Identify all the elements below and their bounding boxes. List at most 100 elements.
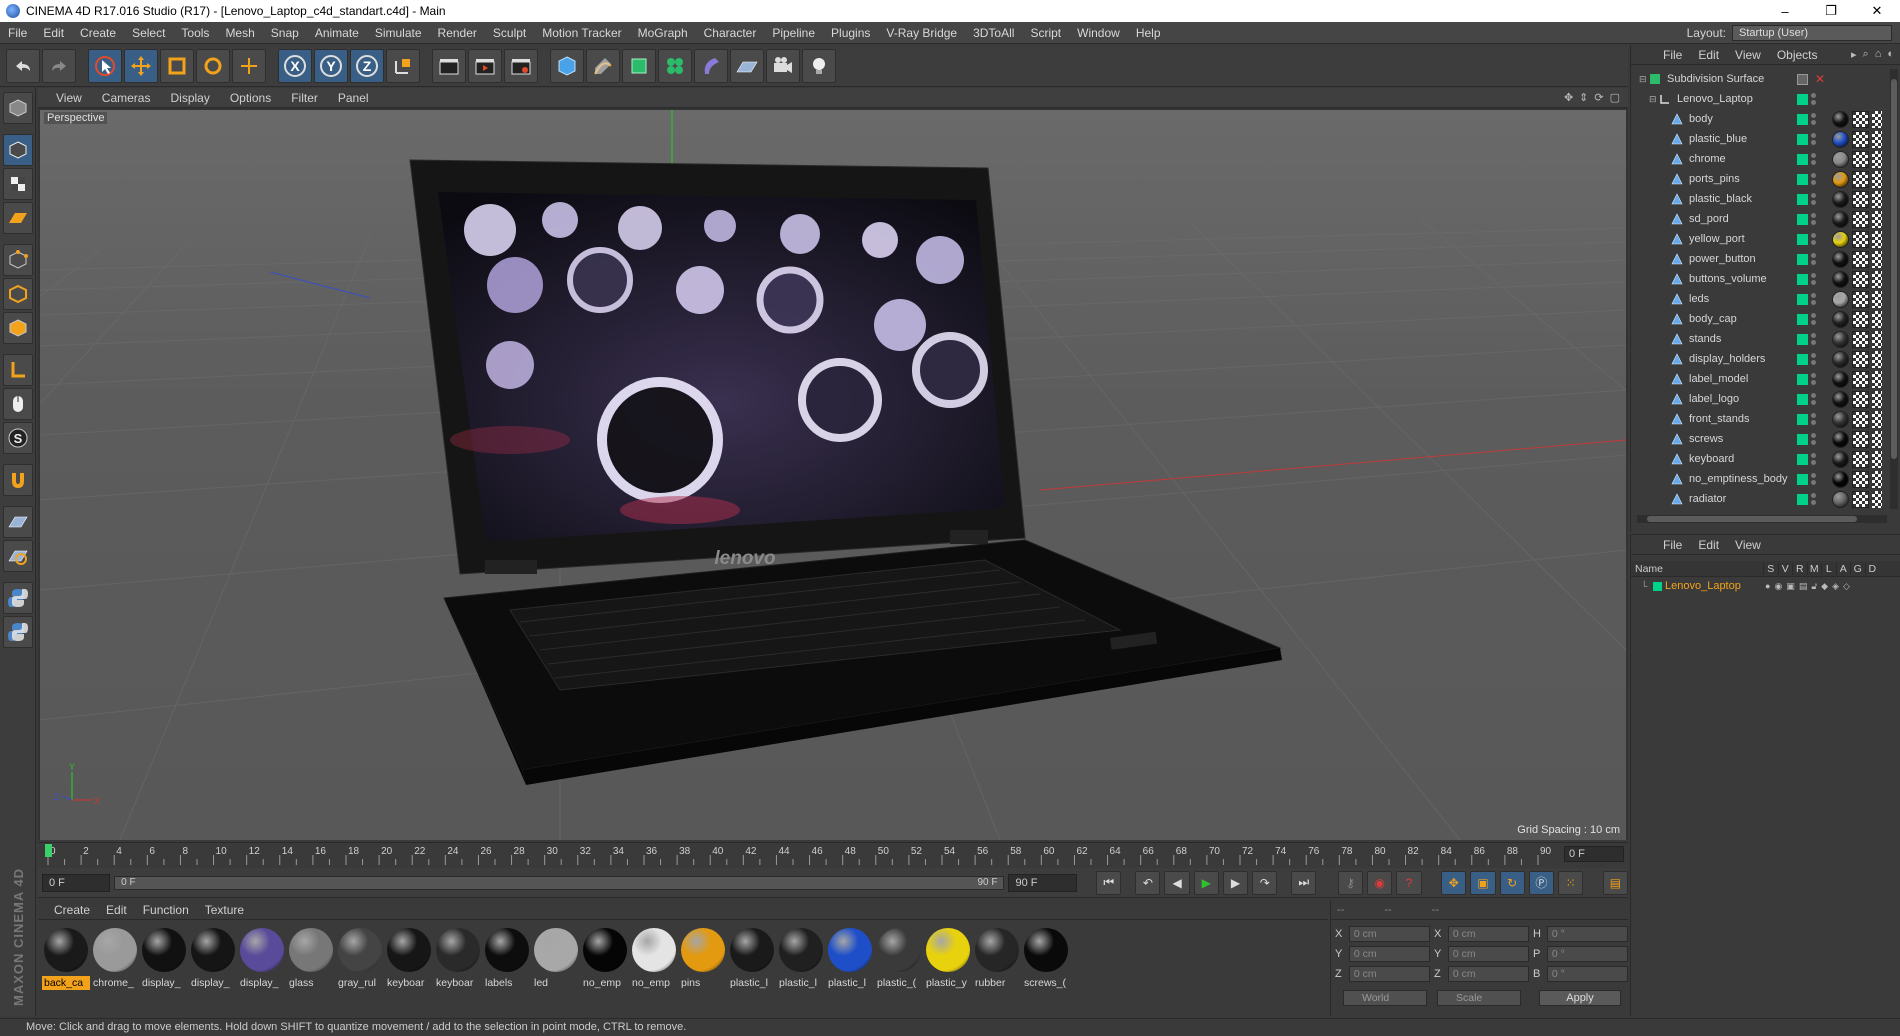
- layer-col-deformers[interactable]: D: [1864, 562, 1880, 575]
- collapse-toggle-icon[interactable]: ⊟: [1639, 74, 1649, 85]
- solo-dot-icon[interactable]: ●: [1765, 581, 1770, 592]
- visibility-dots[interactable]: [1811, 133, 1817, 145]
- visibility-dots[interactable]: [1811, 253, 1817, 265]
- pan-view-icon[interactable]: ✥: [1564, 91, 1573, 104]
- menu-plugins[interactable]: Plugins: [823, 26, 878, 40]
- layer-col-solo[interactable]: S: [1763, 562, 1778, 575]
- visibility-dots[interactable]: [1811, 233, 1817, 245]
- texture-tag-icon[interactable]: [1872, 450, 1882, 468]
- layer-menu-edit[interactable]: Edit: [1690, 538, 1727, 552]
- material-menu-edit[interactable]: Edit: [98, 903, 135, 917]
- light-button[interactable]: [802, 48, 836, 83]
- uvw-tag-icon[interactable]: [1852, 330, 1869, 348]
- timeline-playhead[interactable]: [45, 844, 52, 857]
- layer-color-swatch[interactable]: [1797, 233, 1808, 245]
- viewport-menu-cameras[interactable]: Cameras: [92, 91, 161, 105]
- menu-render[interactable]: Render: [430, 26, 485, 40]
- material-tag-icon[interactable]: [1832, 270, 1849, 288]
- tree-row-object[interactable]: power_button: [1631, 249, 1889, 269]
- next-key-button[interactable]: ↷: [1252, 870, 1278, 895]
- layer-col-view[interactable]: V: [1777, 562, 1793, 575]
- go-to-start-button[interactable]: ⏮: [1096, 870, 1122, 895]
- tree-row-object[interactable]: keyboard: [1631, 449, 1889, 469]
- tree-row-object[interactable]: screws: [1631, 429, 1889, 449]
- enable-toggle-icon[interactable]: [1797, 73, 1808, 85]
- record-keys-button[interactable]: ⚷: [1337, 870, 1364, 895]
- material-swatch[interactable]: gray_rul: [336, 928, 384, 990]
- uvw-tag-icon[interactable]: [1852, 390, 1869, 408]
- texture-tag-icon[interactable]: [1872, 230, 1882, 248]
- magnet-button[interactable]: [2, 464, 33, 496]
- previous-key-button[interactable]: ↶: [1135, 870, 1161, 895]
- layer-color-swatch[interactable]: [1797, 193, 1808, 205]
- render-icon[interactable]: ▣: [1786, 581, 1795, 592]
- uvw-tag-icon[interactable]: [1852, 490, 1869, 508]
- material-tag-icon[interactable]: [1832, 230, 1849, 248]
- move-tool-button[interactable]: [124, 48, 158, 83]
- layer-row-lenovo-laptop[interactable]: └ Lenovo_Laptop ● ◉ ▣ ▤ 🔓︎ ◆ ◈ ◇: [1631, 577, 1900, 595]
- texture-tag-icon[interactable]: [1872, 170, 1882, 188]
- minimize-button[interactable]: –: [1762, 0, 1808, 22]
- layer-color-swatch[interactable]: [1797, 113, 1808, 125]
- texture-tag-icon[interactable]: [1872, 270, 1882, 288]
- layer-color-swatch[interactable]: [1797, 133, 1808, 145]
- layer-col-locked[interactable]: L: [1821, 562, 1836, 575]
- menu-window[interactable]: Window: [1069, 26, 1128, 40]
- tree-row-object[interactable]: plastic_black: [1631, 189, 1889, 209]
- rotation-b-field[interactable]: 0 °: [1546, 966, 1628, 982]
- size-z-field[interactable]: 0 cm: [1447, 966, 1529, 982]
- size-mode-dropdown[interactable]: Scale: [1437, 990, 1521, 1006]
- tree-row-object[interactable]: buttons_volume: [1631, 269, 1889, 289]
- visibility-dots[interactable]: [1811, 273, 1817, 285]
- generator-icon[interactable]: ◈: [1832, 581, 1839, 592]
- material-swatch[interactable]: display_: [238, 928, 286, 990]
- make-editable-button[interactable]: [2, 92, 33, 124]
- layer-color-swatch[interactable]: [1797, 413, 1808, 425]
- timeline-ruler[interactable]: 0 2 4 6 8 10 12 14 16 18 20 22 24 26 28 30 32 34 36 38 40 42 4…: [38, 842, 1628, 866]
- object-list-horizontal-scrollbar[interactable]: [1637, 515, 1887, 523]
- dolly-view-icon[interactable]: ⇕: [1579, 91, 1588, 104]
- tree-row-object[interactable]: front_stands: [1631, 409, 1889, 429]
- texture-tag-icon[interactable]: [1872, 290, 1882, 308]
- coordinate-space-dropdown[interactable]: World: [1343, 990, 1427, 1006]
- tree-row-object[interactable]: label_model: [1631, 369, 1889, 389]
- visibility-dots[interactable]: [1811, 293, 1817, 305]
- visibility-dots[interactable]: [1811, 413, 1817, 425]
- material-swatch[interactable]: keyboar: [434, 928, 482, 990]
- render-to-picture-viewer-button[interactable]: [468, 48, 502, 83]
- layer-color-swatch[interactable]: [1797, 173, 1808, 185]
- material-menu-function[interactable]: Function: [135, 903, 197, 917]
- uvw-tag-icon[interactable]: [1852, 410, 1869, 428]
- material-swatch[interactable]: plastic_(: [875, 928, 923, 990]
- layer-col-render[interactable]: R: [1792, 562, 1807, 575]
- scale-tool-button[interactable]: [160, 48, 194, 83]
- objmgr-menu-objects[interactable]: Objects: [1769, 48, 1826, 62]
- texture-mode-button[interactable]: [2, 168, 33, 200]
- disabled-x-icon[interactable]: ✕: [1815, 72, 1825, 86]
- material-swatch[interactable]: led: [532, 928, 580, 990]
- spline-pen-button[interactable]: [586, 48, 620, 83]
- material-tag-icon[interactable]: [1832, 430, 1849, 448]
- viewport-menu-display[interactable]: Display: [160, 91, 219, 105]
- visibility-dots[interactable]: [1811, 433, 1817, 445]
- visibility-dots[interactable]: [1811, 453, 1817, 465]
- visibility-dots[interactable]: [1811, 193, 1817, 205]
- visibility-dots[interactable]: [1811, 373, 1817, 385]
- layer-color-swatch[interactable]: [1797, 453, 1808, 465]
- objmgr-menu-file[interactable]: File: [1655, 48, 1690, 62]
- layer-color-swatch[interactable]: [1797, 433, 1808, 445]
- texture-tag-icon[interactable]: [1872, 370, 1882, 388]
- material-menu-create[interactable]: Create: [46, 903, 98, 917]
- y-axis-lock-button[interactable]: Y: [314, 48, 348, 83]
- axis-mode-button[interactable]: [2, 354, 33, 386]
- uvw-tag-icon[interactable]: [1852, 270, 1869, 288]
- eye-icon[interactable]: ◐: [1887, 48, 1894, 61]
- cube-primitive-button[interactable]: [550, 48, 584, 83]
- uvw-tag-icon[interactable]: [1852, 250, 1869, 268]
- tree-row-object[interactable]: body_cap: [1631, 309, 1889, 329]
- material-swatch[interactable]: chrome_: [91, 928, 139, 990]
- position-x-field[interactable]: 0 cm: [1348, 926, 1430, 942]
- menu-mograph[interactable]: MoGraph: [630, 26, 696, 40]
- visibility-dots[interactable]: [1811, 173, 1817, 185]
- material-tag-icon[interactable]: [1832, 250, 1849, 268]
